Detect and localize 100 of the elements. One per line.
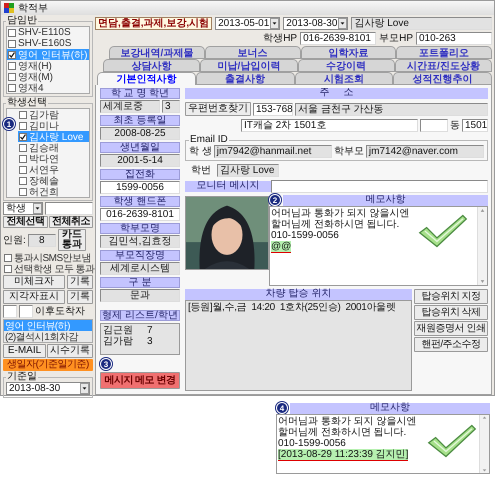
select-button[interactable]: 전체선택: [3, 216, 48, 228]
class-item[interactable]: SHV-E160S: [7, 38, 89, 49]
tab[interactable]: 보강내역/과제물: [109, 46, 205, 59]
option-checkbox[interactable]: 통과시SMS안보냄: [3, 252, 93, 263]
student-item[interactable]: 김미나: [18, 120, 89, 131]
class-item[interactable]: (2)결석시1회차감: [4, 331, 92, 342]
student-item[interactable]: 박다연: [18, 153, 89, 164]
vehicle-action-button[interactable]: 재원증명서 인쇄: [414, 321, 488, 336]
field-label: 학부모: [334, 146, 364, 157]
checkbox[interactable]: [19, 166, 27, 174]
list-button[interactable]: 미체크자: [3, 275, 65, 289]
tab[interactable]: 상담사항: [103, 59, 200, 72]
class-item[interactable]: 영재(H): [7, 60, 89, 71]
card-pass-button[interactable]: 카드 통과: [58, 229, 86, 251]
profile-field: 문과: [100, 289, 180, 302]
student-item[interactable]: 김가람: [18, 109, 89, 120]
tab[interactable]: 출결사항: [196, 72, 294, 85]
late-arrival-label: 이후도착자: [35, 306, 85, 317]
checkbox[interactable]: [19, 176, 27, 184]
unit-field[interactable]: 1501: [462, 119, 488, 132]
start-date-dropdown[interactable]: 2013-05-01: [215, 16, 280, 30]
building-field[interactable]: [420, 119, 448, 132]
vehicle-entry[interactable]: [등원]월,수,금 14:20 1호차(25인승) 2001아울렛: [188, 302, 409, 313]
checkbox[interactable]: [4, 264, 12, 272]
address-detail-field[interactable]: IT캐슬 2차 1501호: [241, 119, 418, 132]
birthday-button[interactable]: 생일자(기준일기준): [3, 359, 93, 371]
memo-change-button[interactable]: 메시지 메모 변경: [100, 372, 180, 389]
profile-field: 세계로시스템: [100, 262, 180, 275]
callout-number: 3: [100, 358, 112, 370]
checkbox[interactable]: [8, 72, 16, 80]
date-dropdown[interactable]: 2013-08-30: [6, 382, 90, 395]
memo-field[interactable]: 어머님과 통화가 되지 않을시엔 할머님께 전화하시면 됩니다. 010-1599-0056 @@: [269, 206, 488, 286]
callout-number: 1: [3, 118, 15, 130]
memo-line: 010-1599-0056: [271, 230, 339, 241]
checkbox[interactable]: [8, 50, 16, 58]
tab[interactable]: 시험조회: [294, 72, 394, 85]
vehicle-action-button[interactable]: 탑승위치 지정: [414, 289, 488, 304]
checkbox[interactable]: [8, 40, 16, 48]
scrollbar[interactable]: [479, 415, 489, 473]
tab[interactable]: 포트폴리오: [396, 46, 492, 59]
email-field[interactable]: jm7942@hanmail.net: [214, 145, 332, 158]
headcount-label: 인원:: [3, 234, 26, 246]
record-button[interactable]: 기록: [67, 275, 93, 289]
student-item[interactable]: 허건희: [18, 186, 89, 197]
student-id-field: 김사랑 Love: [217, 164, 279, 177]
zip-field[interactable]: 153-768: [253, 102, 293, 116]
student-type-dropdown[interactable]: 학생: [3, 202, 43, 215]
option-checkbox[interactable]: 선택학생 모두 통과: [3, 263, 93, 274]
action-button[interactable]: 시수기록: [47, 344, 93, 358]
checkbox[interactable]: [4, 254, 12, 262]
memo-field[interactable]: 어머님과 통화가 되지 않을시엔 할머님께 전화하시면 됩니다. 010-1599-0056 [2013-08-29 11:23:39 김지민]: [276, 414, 490, 474]
checkbox[interactable]: [19, 188, 27, 196]
memo-line: 어머님과 통화가 되지 않을시엔: [271, 208, 410, 219]
student-item[interactable]: 장혜솔: [18, 175, 89, 186]
checkbox[interactable]: [19, 154, 27, 162]
tab[interactable]: 기본인적사항: [97, 72, 196, 85]
scrollbar[interactable]: [477, 207, 487, 285]
checkbox[interactable]: [19, 110, 27, 118]
tab[interactable]: 미납/납입이력: [200, 59, 298, 72]
field-label: 동: [450, 120, 460, 131]
group-label: 담임반: [6, 16, 38, 26]
memo-header: 메모사항: [290, 402, 490, 414]
profile-field[interactable]: 016-2639-8101: [100, 208, 180, 221]
end-date-dropdown[interactable]: 2013-08-30: [283, 16, 348, 30]
checkbox[interactable]: [19, 144, 27, 152]
monitor-message-field[interactable]: [271, 180, 488, 193]
list-button[interactable]: 지각자표시: [3, 290, 65, 304]
checkbox[interactable]: [8, 62, 16, 70]
sibling-grade: 3: [147, 336, 153, 347]
vehicle-action-button[interactable]: 탑승위치 삭제: [414, 305, 488, 320]
action-button[interactable]: E-MAIL: [3, 344, 46, 358]
checkbox[interactable]: [19, 122, 27, 130]
hour-field[interactable]: [3, 305, 17, 318]
zip-search-button[interactable]: 우편번호찾기: [185, 102, 251, 116]
class-item[interactable]: SHV-E110S: [7, 27, 89, 38]
vehicle-action-button[interactable]: 핸펀/주소수정: [414, 337, 488, 352]
minute-field[interactable]: [19, 305, 33, 318]
checkbox[interactable]: [8, 28, 16, 36]
profile-field[interactable]: 1599-0056: [100, 181, 180, 194]
select-button[interactable]: 전체취소: [48, 216, 93, 228]
email-field[interactable]: jm7142@naver.com: [366, 145, 484, 158]
tab[interactable]: 수강이력: [298, 59, 395, 72]
checkbox[interactable]: [8, 84, 16, 92]
tab[interactable]: 입학자료: [300, 46, 396, 59]
parent-phone-field[interactable]: 010-263: [416, 32, 492, 44]
student-item[interactable]: 김승래: [18, 142, 89, 153]
search-field[interactable]: [45, 202, 93, 215]
class-item[interactable]: 영재4: [7, 82, 89, 93]
class-item[interactable]: 영재(M): [7, 71, 89, 82]
sibling-name: 김근원: [103, 325, 133, 336]
tab[interactable]: 성적진행추이: [393, 72, 492, 85]
checkbox[interactable]: [19, 132, 27, 140]
tab[interactable]: 시간표/진도상황: [394, 59, 492, 72]
record-button[interactable]: 기록: [67, 290, 93, 304]
field-label: 부모HP: [379, 32, 413, 44]
student-item[interactable]: 서연우: [18, 164, 89, 175]
tab[interactable]: 보너스: [204, 46, 300, 59]
app-icon: [4, 3, 14, 13]
field-label: 집전화: [100, 169, 180, 180]
student-phone-field[interactable]: 016-2639-8101: [300, 32, 376, 44]
